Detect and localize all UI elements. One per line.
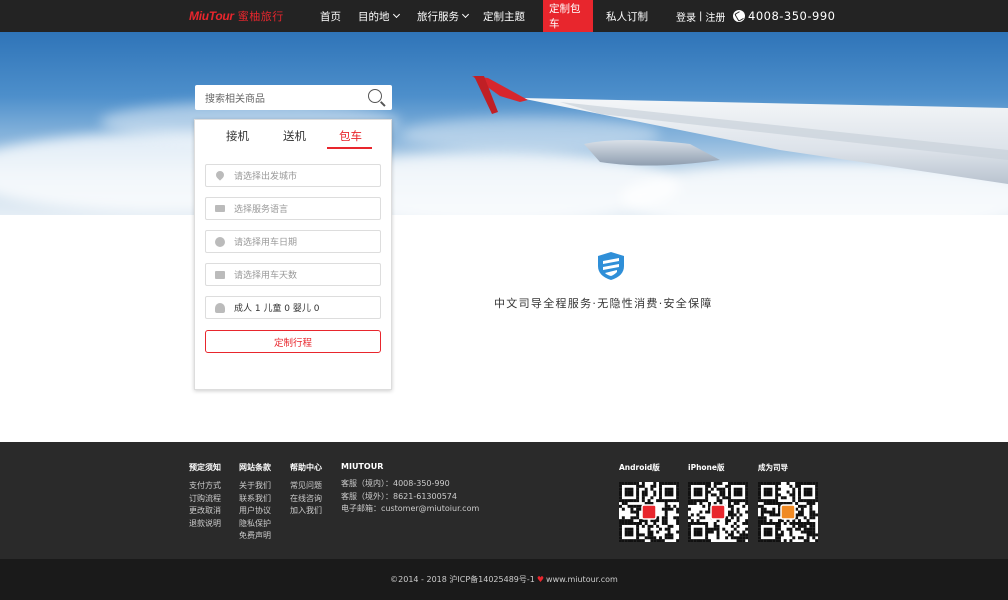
- footer-link[interactable]: 在线咨询: [290, 493, 322, 506]
- booking-tabs: 接机 送机 包车: [195, 120, 393, 150]
- footer-link[interactable]: 更改取消: [189, 505, 221, 518]
- top-navigation-bar: MiuTour 蜜柚旅行 首页 目的地 旅行服务 定制主题 定制包车 私人订制 …: [0, 0, 1008, 32]
- departure-city-field[interactable]: 请选择出发城市: [205, 164, 381, 187]
- contact-line: 客服（境内）：4008-350-990: [341, 479, 450, 488]
- car-days-field[interactable]: 请选择用车天数: [205, 263, 381, 286]
- search-box[interactable]: 搜索相关商品: [195, 85, 392, 110]
- active-tab-indicator: [327, 147, 372, 149]
- logo-text-cn: 蜜柚旅行: [237, 10, 284, 23]
- language-icon: [215, 205, 225, 212]
- brand-logo[interactable]: MiuTour 蜜柚旅行: [189, 7, 284, 25]
- field-value: 成人 1 儿童 0 婴儿 0: [234, 304, 320, 314]
- register-link[interactable]: 注册: [705, 9, 725, 24]
- nav-item-travel-services[interactable]: 旅行服务: [411, 0, 474, 32]
- auth-separator: |: [699, 10, 703, 22]
- footer-column-booking: 预定须知 支付方式 订购流程 更改取消 退款说明: [189, 462, 221, 530]
- qr-driver: 成为司导: [758, 462, 819, 543]
- login-link[interactable]: 登录: [676, 9, 696, 24]
- nav-label: 目的地: [358, 10, 390, 23]
- footer-link[interactable]: 隐私保护: [239, 518, 271, 531]
- nav-label: 首页: [320, 10, 341, 23]
- footer-link[interactable]: 用户协议: [239, 505, 271, 518]
- qr-label: iPhone版: [688, 463, 725, 472]
- copyright-bar: ©2014 - 2018 沪ICP备14025489号-1 ♥ www.miut…: [0, 559, 1008, 600]
- field-placeholder: 请选择用车天数: [234, 271, 298, 281]
- footer-column-terms: 网站条款 关于我们 联系我们 用户协议 隐私保护 免费声明: [239, 462, 271, 543]
- passengers-field[interactable]: 成人 1 儿童 0 婴儿 0: [205, 296, 381, 319]
- footer-link[interactable]: 支付方式: [189, 480, 221, 493]
- footer-link[interactable]: 常见问题: [290, 480, 322, 493]
- footer-link[interactable]: 联系我们: [239, 493, 271, 506]
- car-date-field[interactable]: 请选择用车日期: [205, 230, 381, 253]
- field-placeholder: 选择服务语言: [234, 205, 289, 215]
- tab-airport-pickup[interactable]: 接机: [226, 128, 249, 144]
- footer-link[interactable]: 免费声明: [239, 530, 271, 543]
- phone-icon: [733, 10, 745, 22]
- qr-iphone: iPhone版: [688, 462, 749, 543]
- footer-link[interactable]: 加入我们: [290, 505, 322, 518]
- nav-label: 旅行服务: [417, 10, 459, 23]
- chevron-down-icon: [461, 10, 470, 19]
- tab-charter[interactable]: 包车: [339, 128, 362, 144]
- booking-panel: 接机 送机 包车 请选择出发城市 选择服务语言 请选择用车日期 请选择用车天数 …: [194, 119, 392, 390]
- airplane-wing-image: [472, 76, 1008, 184]
- nav-item-custom-themes[interactable]: 定制主题: [477, 0, 531, 32]
- contact-line: 电子邮箱：customer@miutoiur.com: [341, 504, 480, 513]
- field-placeholder: 请选择用车日期: [234, 238, 298, 248]
- footer: 预定须知 支付方式 订购流程 更改取消 退款说明 网站条款 关于我们 联系我们 …: [0, 442, 1008, 559]
- hero-banner: [0, 32, 1008, 215]
- footer-link[interactable]: 关于我们: [239, 480, 271, 493]
- nav-label: 定制主题: [483, 10, 525, 23]
- search-icon[interactable]: [368, 89, 382, 103]
- qr-label: 成为司导: [758, 463, 788, 472]
- auth-links: 登录 | 注册: [676, 0, 725, 32]
- location-pin-icon: [214, 169, 226, 181]
- clock-icon: [215, 237, 225, 247]
- footer-column-title: MIUTOUR: [341, 462, 384, 471]
- contact-line: 客服（境外）：8621-61300574: [341, 491, 457, 501]
- search-input[interactable]: 搜索相关商品: [205, 90, 265, 105]
- chevron-down-icon: [392, 10, 400, 19]
- nav-label: 私人订制: [606, 10, 648, 23]
- footer-column-title: 帮助中心: [290, 463, 322, 472]
- hotline: 4008-350-990: [733, 0, 835, 32]
- nav-item-home[interactable]: 首页: [314, 0, 347, 32]
- tab-airport-dropoff[interactable]: 送机: [283, 128, 306, 144]
- logo-text-en: MiuTour: [189, 9, 234, 23]
- footer-column-title: 预定须知: [189, 463, 221, 472]
- nav-item-private-custom[interactable]: 私人订制: [600, 0, 654, 32]
- nav-label: 定制包车: [549, 3, 581, 30]
- qr-label: Android版: [619, 463, 660, 472]
- nav-item-destinations[interactable]: 目的地: [352, 0, 405, 32]
- customize-trip-button[interactable]: 定制行程: [205, 330, 381, 353]
- nav-item-charter-car[interactable]: 定制包车: [543, 0, 593, 32]
- footer-column-help: 帮助中心 常见问题 在线咨询 加入我们: [290, 462, 322, 518]
- field-placeholder: 请选择出发城市: [234, 172, 298, 182]
- person-icon: [215, 303, 225, 313]
- shield-icon: [598, 252, 624, 280]
- footer-link[interactable]: 退款说明: [189, 518, 221, 531]
- site-link[interactable]: www.miutour.com: [546, 575, 618, 584]
- qr-code-image: [619, 482, 680, 543]
- hotline-number: 4008-350-990: [748, 9, 836, 23]
- footer-link[interactable]: 订购流程: [189, 493, 221, 506]
- service-language-field[interactable]: 选择服务语言: [205, 197, 381, 220]
- service-guarantee-text: 中文司导全程服务·无隐性消费·安全保障: [494, 297, 713, 310]
- copyright-text: ©2014 - 2018 沪ICP备14025489号-1: [390, 575, 535, 584]
- qr-code-image: [688, 482, 749, 543]
- qr-code-image: [758, 482, 819, 543]
- qr-android: Android版: [619, 462, 680, 543]
- footer-column-title: 网站条款: [239, 463, 271, 472]
- footer-column-contact: MIUTOUR 客服（境内）：4008-350-990 客服（境外）：8621-…: [341, 462, 479, 516]
- heart-icon: ♥: [536, 575, 545, 584]
- calendar-icon: [215, 271, 225, 279]
